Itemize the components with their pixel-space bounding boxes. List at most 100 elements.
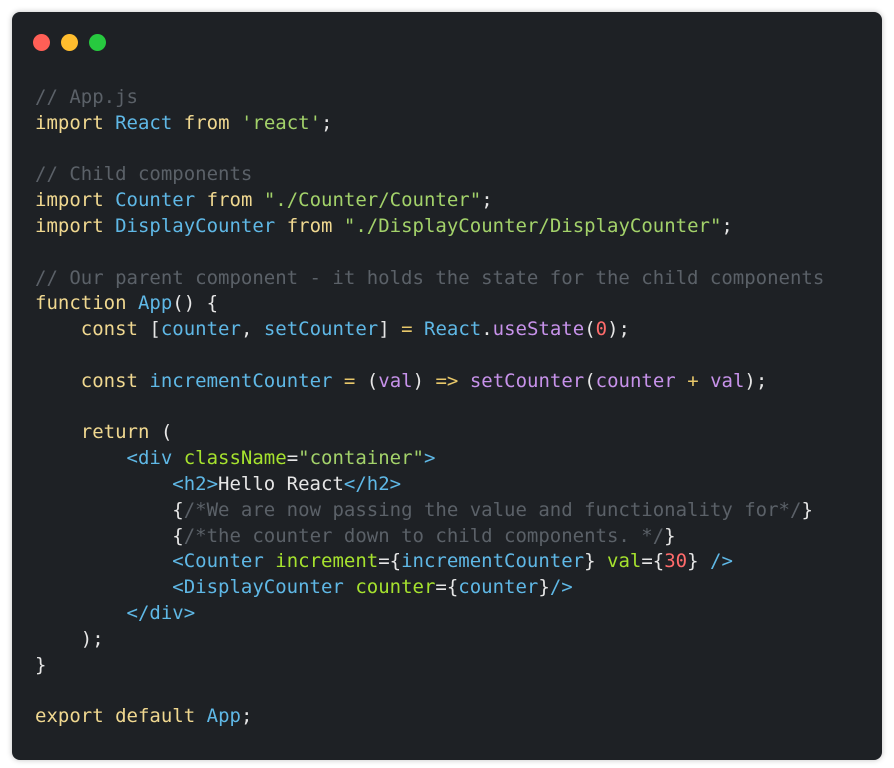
code-token: , <box>240 318 264 341</box>
code-token: from <box>206 189 253 212</box>
code-token: ={ <box>435 576 459 599</box>
code-token: <DisplayCounter <box>172 576 344 599</box>
code-line: <div className="container"> <box>35 446 824 472</box>
close-dot-icon[interactable] <box>33 34 50 51</box>
code-line: import DisplayCounter from "./DisplayCou… <box>35 214 824 240</box>
code-token: function <box>35 292 127 315</box>
code-line: import Counter from "./Counter/Counter"; <box>35 188 824 214</box>
code-token: = <box>343 369 356 392</box>
window-controls <box>33 34 106 51</box>
code-line: ); <box>35 627 824 653</box>
code-token: > <box>423 447 436 470</box>
code-token: ] <box>378 318 402 341</box>
maximize-dot-icon[interactable] <box>89 34 106 51</box>
code-token: } <box>538 576 550 599</box>
code-token: ( <box>355 369 379 392</box>
code-line: // Our parent component - it holds the s… <box>35 266 824 292</box>
code-token: 0 <box>595 318 608 341</box>
code-token: const <box>80 369 138 392</box>
code-token: default <box>115 705 196 728</box>
code-token: import <box>35 214 104 237</box>
code-token: { <box>172 498 184 521</box>
code-window: // App.js import React from 'react'; // C… <box>12 12 882 760</box>
code-line: export default App; <box>35 704 824 730</box>
code-line: </div> <box>35 601 824 627</box>
code-token: <div <box>126 447 173 470</box>
code-token: /*the counter down to child components. … <box>183 524 665 547</box>
code-token: ( <box>149 421 173 444</box>
code-line: <h2>Hello React</h2> <box>35 472 824 498</box>
code-token: ( <box>584 318 596 341</box>
code-token: + <box>687 369 699 392</box>
code-line: import React from 'react'; <box>35 111 824 137</box>
code-token: export <box>35 705 104 728</box>
code-token: // App.js <box>35 86 138 108</box>
code-token: } <box>801 498 813 521</box>
code-token: // Child components <box>35 163 253 186</box>
code-token: val <box>710 369 745 392</box>
code-token: ); <box>35 627 104 650</box>
code-token: "container" <box>298 447 424 470</box>
code-token: increment <box>275 550 379 573</box>
code-token: useState <box>492 318 585 341</box>
code-token: setCounter <box>469 369 585 392</box>
code-line: {/*the counter down to child components.… <box>35 524 824 550</box>
code-token: const <box>80 318 138 341</box>
code-token: return <box>80 421 150 444</box>
code-token: ( <box>584 369 596 392</box>
code-token: } <box>35 653 47 676</box>
code-token: => <box>435 369 459 392</box>
code-line: // Child components <box>35 162 824 188</box>
code-token: App <box>206 705 241 728</box>
code-token: . <box>481 318 493 341</box>
code-token: counter <box>160 318 241 341</box>
code-token: DisplayCounter <box>115 214 276 237</box>
code-token: } <box>687 550 711 573</box>
code-line: } <box>35 653 824 679</box>
code-line: <DisplayCounter counter={counter}/> <box>35 575 824 601</box>
code-token: counter <box>458 576 539 599</box>
code-token: [ <box>137 318 161 341</box>
code-token: /*We are now passing the value and funct… <box>183 498 802 521</box>
code-token: } <box>584 550 608 573</box>
code-token: from <box>286 214 333 237</box>
code-token: 'react' <box>240 111 322 134</box>
minimize-dot-icon[interactable] <box>61 34 78 51</box>
code-token: ; <box>721 214 733 237</box>
code-token: // Our parent component - it holds the s… <box>35 266 825 289</box>
code-token: Counter <box>115 189 196 212</box>
code-token: val <box>607 550 642 573</box>
code-token: () { <box>172 292 219 315</box>
code-token: ; <box>481 189 493 212</box>
code-line: // App.js <box>35 85 824 111</box>
code-token: Hello React <box>218 472 344 495</box>
code-line: {/*We are now passing the value and func… <box>35 498 824 524</box>
code-block: // App.js import React from 'react'; // C… <box>35 85 824 730</box>
code-token: ; <box>321 111 333 134</box>
code-token: ); <box>744 369 768 392</box>
code-token: React <box>115 111 173 134</box>
